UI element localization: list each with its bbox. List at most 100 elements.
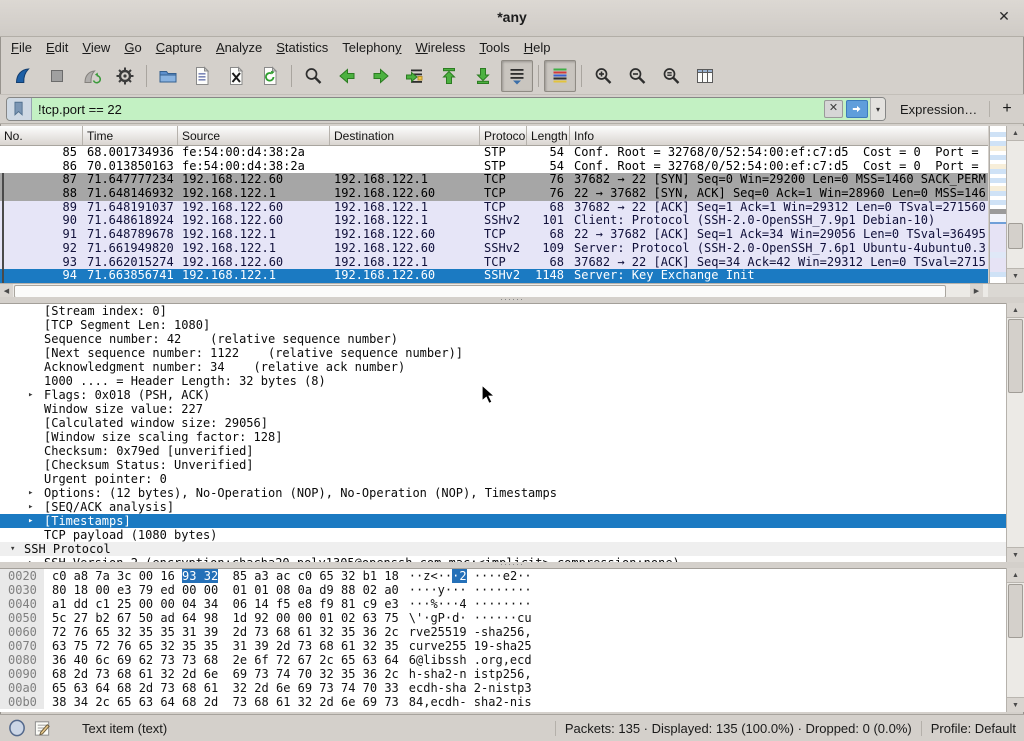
detail-line[interactable]: ▸Flags: 0x018 (PSH, ACK) (0, 388, 1006, 402)
hex-ascii[interactable]: ecdh-sha 2-nistp3 (399, 681, 532, 695)
scroll-left-icon[interactable]: ◀ (0, 284, 13, 297)
stop-capture-button[interactable] (41, 60, 73, 92)
hex-bytes[interactable]: 80 18 00 e3 79 ed 00 00 01 01 08 0a d9 8… (44, 583, 399, 597)
hex-row-0050[interactable]: 00505c 27 b2 67 50 ad 64 98 1d 92 00 00 … (0, 611, 1006, 625)
filter-bookmark-icon[interactable] (7, 98, 32, 120)
packet-row-86[interactable]: 8670.013850163fe:54:00:d4:38:2aSTP54Conf… (0, 160, 988, 174)
packet-row-88[interactable]: 8871.648146932192.168.122.1192.168.122.6… (0, 187, 988, 201)
packet-row-94[interactable]: 9471.663856741192.168.122.1192.168.122.6… (0, 269, 988, 283)
detail-line[interactable]: ▾SSH Protocol (0, 542, 1006, 556)
detail-line[interactable]: [Window size scaling factor: 128] (0, 430, 1006, 444)
menu-item-view[interactable]: View (75, 39, 117, 56)
hex-ascii[interactable]: ··z<···2 ····e2·· (399, 569, 532, 583)
go-first-packet-button[interactable] (433, 60, 465, 92)
scroll-down-icon[interactable]: ▼ (1007, 268, 1024, 283)
hex-bytes[interactable]: 65 63 64 68 2d 73 68 61 32 2d 6e 69 73 7… (44, 681, 399, 695)
menu-item-file[interactable]: File (4, 39, 39, 56)
detail-line[interactable]: [TCP Segment Len: 1080] (0, 318, 1006, 332)
detail-line[interactable]: Urgent pointer: 0 (0, 472, 1006, 486)
open-file-button[interactable] (152, 60, 184, 92)
packet-row-91[interactable]: 9171.648789678192.168.122.1192.168.122.6… (0, 228, 988, 242)
detail-line[interactable]: Sequence number: 42 (relative sequence n… (0, 332, 1006, 346)
hex-ascii[interactable]: 84,ecdh- sha2-nis (399, 695, 532, 709)
menu-item-statistics[interactable]: Statistics (269, 39, 335, 56)
column-header-destination[interactable]: Destination (330, 126, 480, 145)
go-to-packet-button[interactable] (399, 60, 431, 92)
scrollbar-thumb[interactable] (1008, 584, 1023, 638)
filter-apply-button[interactable] (846, 100, 868, 118)
expert-info-icon[interactable] (8, 718, 27, 738)
detail-line[interactable]: [Checksum Status: Unverified] (0, 458, 1006, 472)
colorize-packets-button[interactable] (544, 60, 576, 92)
go-forward-button[interactable] (365, 60, 397, 92)
scroll-up-icon[interactable]: ▲ (1007, 126, 1024, 141)
hex-ascii[interactable]: ···%···4 ········ (399, 597, 532, 611)
menu-item-capture[interactable]: Capture (149, 39, 209, 56)
hex-bytes[interactable]: 38 34 2c 65 63 64 68 2d 73 68 61 32 2d 6… (44, 695, 399, 709)
collapsed-arrow-icon[interactable]: ▸ (28, 514, 33, 528)
filter-clear-button[interactable]: ✕ (824, 100, 843, 118)
resize-columns-button[interactable] (689, 60, 721, 92)
detail-line[interactable]: TCP payload (1080 bytes) (0, 528, 1006, 542)
zoom-original-button[interactable] (655, 60, 687, 92)
detail-line[interactable]: Checksum: 0x79ed [unverified] (0, 444, 1006, 458)
collapsed-arrow-icon[interactable]: ▸ (28, 500, 33, 514)
expression-button[interactable]: Expression… (900, 102, 977, 117)
expanded-arrow-icon[interactable]: ▾ (10, 542, 15, 556)
packet-row-87[interactable]: 8771.647777234192.168.122.60192.168.122.… (0, 173, 988, 187)
packet-list-minimap[interactable] (989, 126, 1006, 283)
detail-line[interactable]: [Stream index: 0] (0, 304, 1006, 318)
hex-row-0090[interactable]: 009068 2d 73 68 61 32 2d 6e 69 73 74 70 … (0, 667, 1006, 681)
menu-item-go[interactable]: Go (117, 39, 148, 56)
scrollbar-thumb[interactable] (1008, 319, 1023, 393)
detail-line[interactable]: [Calculated window size: 29056] (0, 416, 1006, 430)
scroll-up-icon[interactable]: ▲ (1007, 303, 1024, 318)
menu-item-wireless[interactable]: Wireless (409, 39, 473, 56)
add-filter-button[interactable]: + (1002, 100, 1011, 118)
display-filter-input[interactable]: !tcp.port == 22 ✕ ▾ (6, 97, 886, 121)
hex-bytes[interactable]: 36 40 6c 69 62 73 73 68 2e 6f 72 67 2c 6… (44, 653, 399, 667)
scroll-down-icon[interactable]: ▼ (1007, 547, 1024, 562)
column-header-info[interactable]: Info (570, 126, 988, 145)
hex-bytes[interactable]: 72 76 65 32 35 35 31 39 2d 73 68 61 32 3… (44, 625, 399, 639)
hex-row-0030[interactable]: 003080 18 00 e3 79 ed 00 00 01 01 08 0a … (0, 583, 1006, 597)
hex-bytes[interactable]: a1 dd c1 25 00 00 04 34 06 14 f5 e8 f9 8… (44, 597, 399, 611)
auto-scroll-button[interactable] (501, 60, 533, 92)
packet-row-85[interactable]: 8568.001734936fe:54:00:d4:38:2aSTP54Conf… (0, 146, 988, 160)
capture-comment-icon[interactable] (33, 718, 52, 738)
close-file-button[interactable] (220, 60, 252, 92)
hex-vscrollbar[interactable]: ▲ ▼ (1006, 568, 1024, 712)
hex-ascii[interactable]: rve25519 -sha256, (399, 625, 532, 639)
zoom-out-button[interactable] (621, 60, 653, 92)
title-bar[interactable]: *any ✕ (0, 0, 1024, 37)
detail-vscrollbar[interactable]: ▲ ▼ (1006, 303, 1024, 562)
save-file-button[interactable] (186, 60, 218, 92)
column-header-time[interactable]: Time (83, 126, 178, 145)
hex-row-0040[interactable]: 0040a1 dd c1 25 00 00 04 34 06 14 f5 e8 … (0, 597, 1006, 611)
go-last-packet-button[interactable] (467, 60, 499, 92)
hex-bytes[interactable]: c0 a8 7a 3c 00 16 93 32 85 a3 ac c0 65 3… (44, 569, 399, 583)
hex-row-0060[interactable]: 006072 76 65 32 35 35 31 39 2d 73 68 61 … (0, 625, 1006, 639)
column-header-length[interactable]: Length (527, 126, 570, 145)
hex-row-00b0[interactable]: 00b038 34 2c 65 63 64 68 2d 73 68 61 32 … (0, 695, 1006, 709)
scrollbar-thumb[interactable] (1008, 223, 1023, 249)
packet-row-89[interactable]: 8971.648191037192.168.122.60192.168.122.… (0, 201, 988, 215)
hex-bytes[interactable]: 5c 27 b2 67 50 ad 64 98 1d 92 00 00 01 0… (44, 611, 399, 625)
hex-row-0070[interactable]: 007063 75 72 76 65 32 35 35 31 39 2d 73 … (0, 639, 1006, 653)
scroll-up-icon[interactable]: ▲ (1007, 568, 1024, 583)
hex-ascii[interactable]: curve255 19-sha25 (399, 639, 532, 653)
detail-line[interactable]: ▸[SEQ/ACK analysis] (0, 500, 1006, 514)
hex-row-00a0[interactable]: 00a065 63 64 68 2d 73 68 61 32 2d 6e 69 … (0, 681, 1006, 695)
hex-ascii[interactable]: h-sha2-n istp256, (399, 667, 532, 681)
close-button[interactable]: ✕ (994, 8, 1014, 25)
detail-line[interactable]: Acknowledgment number: 34 (relative ack … (0, 360, 1006, 374)
hex-ascii[interactable]: ····y··· ········ (399, 583, 532, 597)
column-header-no[interactable]: No. (0, 126, 83, 145)
capture-options-button[interactable] (109, 60, 141, 92)
packet-list-vscrollbar[interactable]: ▲ ▼ (1006, 126, 1024, 283)
hex-ascii[interactable]: \'·gP·d· ······cu (399, 611, 532, 625)
filter-text[interactable]: !tcp.port == 22 (32, 102, 824, 117)
hex-row-0020[interactable]: 0020c0 a8 7a 3c 00 16 93 32 85 a3 ac c0 … (0, 569, 1006, 583)
scroll-right-icon[interactable]: ▶ (970, 284, 983, 297)
packet-row-90[interactable]: 9071.648618924192.168.122.60192.168.122.… (0, 214, 988, 228)
